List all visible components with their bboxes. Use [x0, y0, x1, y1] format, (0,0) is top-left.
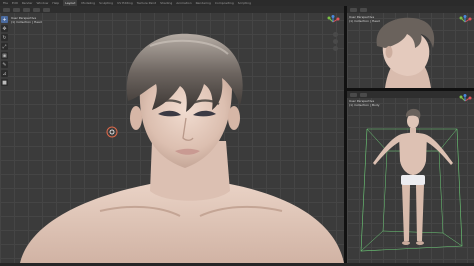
- body-viewport-overlay-text: User Perspective (1) Collection | Body: [349, 99, 380, 107]
- zoom-button-icon[interactable]: [333, 32, 338, 37]
- tool-shelf: + ✥ ↻ ⤢ ▣ ✎ ⊿ ■: [1, 16, 9, 86]
- side-viewport-overlay-text: User Perspective (1) Collection | Head: [349, 15, 380, 23]
- character-render: [20, 33, 344, 263]
- measure-tool-icon[interactable]: ⊿: [1, 70, 8, 77]
- cursor-tool-icon[interactable]: +: [1, 16, 8, 23]
- viewport-nav-buttons: [333, 32, 338, 51]
- side-collection-label: (1) Collection | Head: [349, 19, 380, 23]
- annotate-tool-icon[interactable]: ✎: [1, 61, 8, 68]
- rotate-tool-icon[interactable]: ↻: [1, 34, 8, 41]
- navigation-gizmo-icon[interactable]: [326, 15, 340, 29]
- move-tool-icon[interactable]: ✥: [1, 25, 8, 32]
- add-cube-tool-icon[interactable]: ■: [1, 79, 8, 86]
- viewport-overlay-text: User Perspective (1) Collection | Head: [11, 16, 42, 24]
- transform-tool-icon[interactable]: ▣: [1, 52, 8, 59]
- scale-tool-icon[interactable]: ⤢: [1, 43, 8, 50]
- side-navigation-gizmo-icon[interactable]: [458, 15, 472, 29]
- full-body-render: [360, 108, 463, 252]
- pan-button-icon[interactable]: [333, 39, 338, 44]
- main-3d-viewport[interactable]: + ✥ ↻ ⤢ ▣ ✎ ⊿ ■ User Perspective (1) Col…: [0, 6, 344, 263]
- collection-label: (1) Collection | Head: [11, 20, 42, 24]
- body-collection-label: (1) Collection | Body: [349, 103, 380, 107]
- camera-view-button-icon[interactable]: [333, 46, 338, 51]
- side-view-viewport[interactable]: User Perspective (1) Collection | Head: [347, 6, 474, 88]
- full-body-viewport[interactable]: User Perspective (1) Collection | Body: [347, 91, 474, 263]
- 3d-cursor: [106, 126, 118, 138]
- body-navigation-gizmo-icon[interactable]: [458, 94, 472, 108]
